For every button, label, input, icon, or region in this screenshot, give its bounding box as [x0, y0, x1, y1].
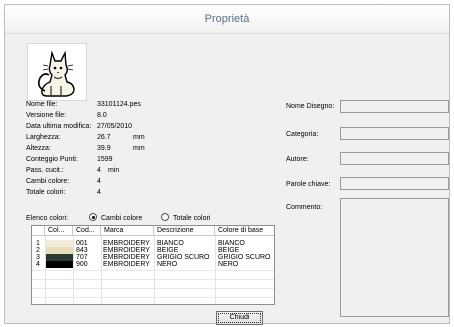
table-header-code[interactable]: Cod...: [73, 226, 101, 236]
keywords-field[interactable]: [340, 177, 449, 190]
cat-embroidery-preview-icon: [38, 50, 75, 97]
info-unit: mm: [133, 145, 145, 152]
design-name-label: Nome Disegno:: [286, 103, 335, 110]
row-divider: [32, 270, 274, 271]
thread-brand: EMBROIDERY: [103, 261, 150, 268]
author-field[interactable]: [340, 152, 449, 165]
info-value: 26.7: [97, 134, 111, 141]
info-value: 8.0: [97, 112, 107, 119]
row-divider: [32, 279, 274, 280]
color-list-table[interactable]: Col... Cod... Marca Descrizione Colore d…: [31, 225, 275, 305]
title-bar: Proprietà: [5, 5, 449, 34]
info-label: Altezza:: [26, 145, 51, 152]
info-unit: mm: [133, 134, 145, 141]
table-header-base-color[interactable]: Colore di base: [215, 226, 274, 236]
keywords-label: Parole chiave:: [286, 181, 331, 188]
info-label: Pass. cucit.:: [26, 167, 64, 174]
row-divider: [32, 288, 274, 289]
author-label: Autore:: [286, 156, 309, 163]
close-button[interactable]: Chiudi: [216, 311, 263, 325]
radio-unselected-icon: [161, 213, 169, 222]
info-label: Larghezza:: [26, 134, 61, 141]
info-label: Versione file:: [26, 112, 67, 119]
table-header-description[interactable]: Descrizione: [154, 226, 215, 236]
properties-dialog: Proprietà Nome file: 33101124.pes Versio…: [4, 4, 450, 325]
thread-code: 900: [76, 261, 88, 268]
info-label: Totale colori:: [26, 189, 66, 196]
total-colors-radio[interactable]: Totale colori: [161, 213, 211, 224]
color-list-label: Elenco colori:: [26, 215, 69, 222]
category-field[interactable]: [340, 127, 449, 140]
total-colors-radio-label: Totale colori: [173, 215, 211, 222]
color-swatch: [46, 247, 73, 254]
info-value: 4: [97, 189, 101, 196]
info-value: 4: [97, 167, 101, 174]
info-value: 39.9: [97, 145, 111, 152]
design-thumbnail: [27, 43, 87, 101]
info-label: Data ultima modifica:: [26, 123, 92, 130]
info-value: 1599: [97, 156, 113, 163]
radio-selected-icon: [89, 213, 97, 222]
thread-base-color: NERO: [218, 261, 239, 268]
info-label: Nome file:: [26, 101, 58, 108]
table-header-brand[interactable]: Marca: [101, 226, 154, 236]
info-label: Cambi colore:: [26, 178, 70, 185]
color-changes-radio-label: Cambi colore: [101, 215, 143, 222]
comment-field[interactable]: [340, 198, 449, 317]
info-label: Conteggio Punti:: [26, 156, 78, 163]
info-value: 4: [97, 178, 101, 185]
design-name-field[interactable]: [340, 100, 449, 113]
dialog-title: Proprietà: [204, 13, 250, 25]
table-header-number: [32, 226, 45, 236]
info-unit: min: [108, 167, 120, 174]
color-swatch: [46, 240, 73, 247]
category-label: Categoria:: [286, 131, 319, 138]
color-swatch: [46, 261, 73, 268]
table-header-color[interactable]: Col...: [45, 226, 73, 236]
row-number: 4: [36, 261, 40, 268]
row-divider: [32, 297, 274, 298]
thread-description: NERO: [157, 261, 178, 268]
color-swatch: [46, 254, 73, 261]
info-value: 27/05/2010: [97, 123, 133, 130]
info-value: 33101124.pes: [97, 101, 141, 108]
color-changes-radio[interactable]: Cambi colore: [89, 213, 143, 224]
comment-label: Commento:: [286, 204, 323, 211]
